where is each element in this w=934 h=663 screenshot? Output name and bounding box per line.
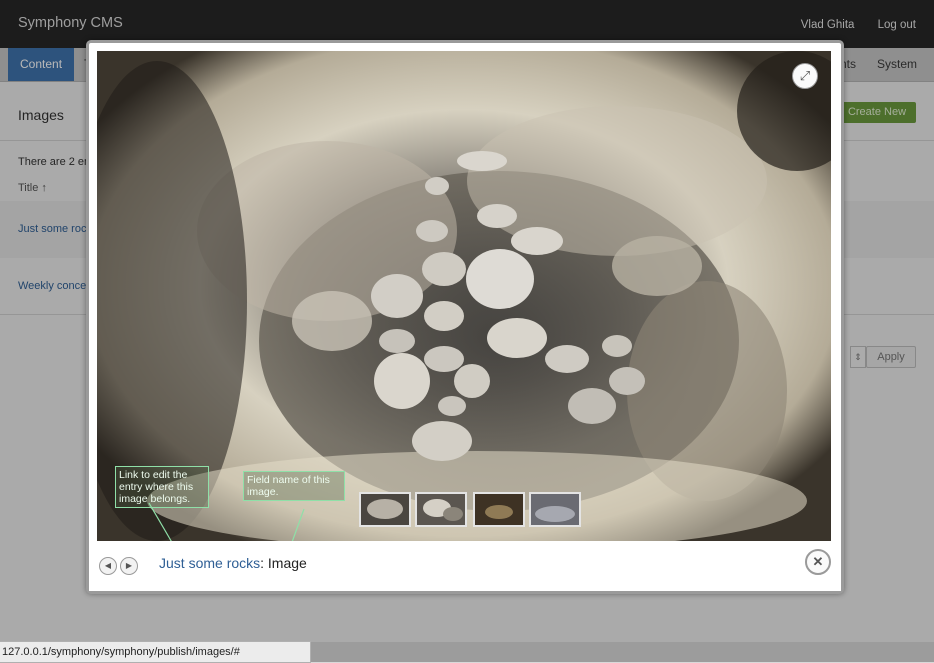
entry-edit-link[interactable]: Just some rocks	[159, 555, 260, 571]
close-icon[interactable]: ✕	[805, 549, 831, 575]
image-caption: Just some rocks: Image	[159, 555, 307, 571]
lightbox-footer: ◀ ▶ Just some rocks: Image ✕	[89, 541, 841, 591]
prev-icon[interactable]: ◀	[99, 557, 117, 575]
status-bar-url: 127.0.0.1/symphony/symphony/publish/imag…	[0, 641, 311, 663]
annotation-arrows	[148, 502, 305, 557]
field-name-text: : Image	[260, 555, 307, 571]
image-lightbox: ⤢ Link to edit the entry where this imag…	[86, 40, 844, 594]
next-icon[interactable]: ▶	[120, 557, 138, 575]
